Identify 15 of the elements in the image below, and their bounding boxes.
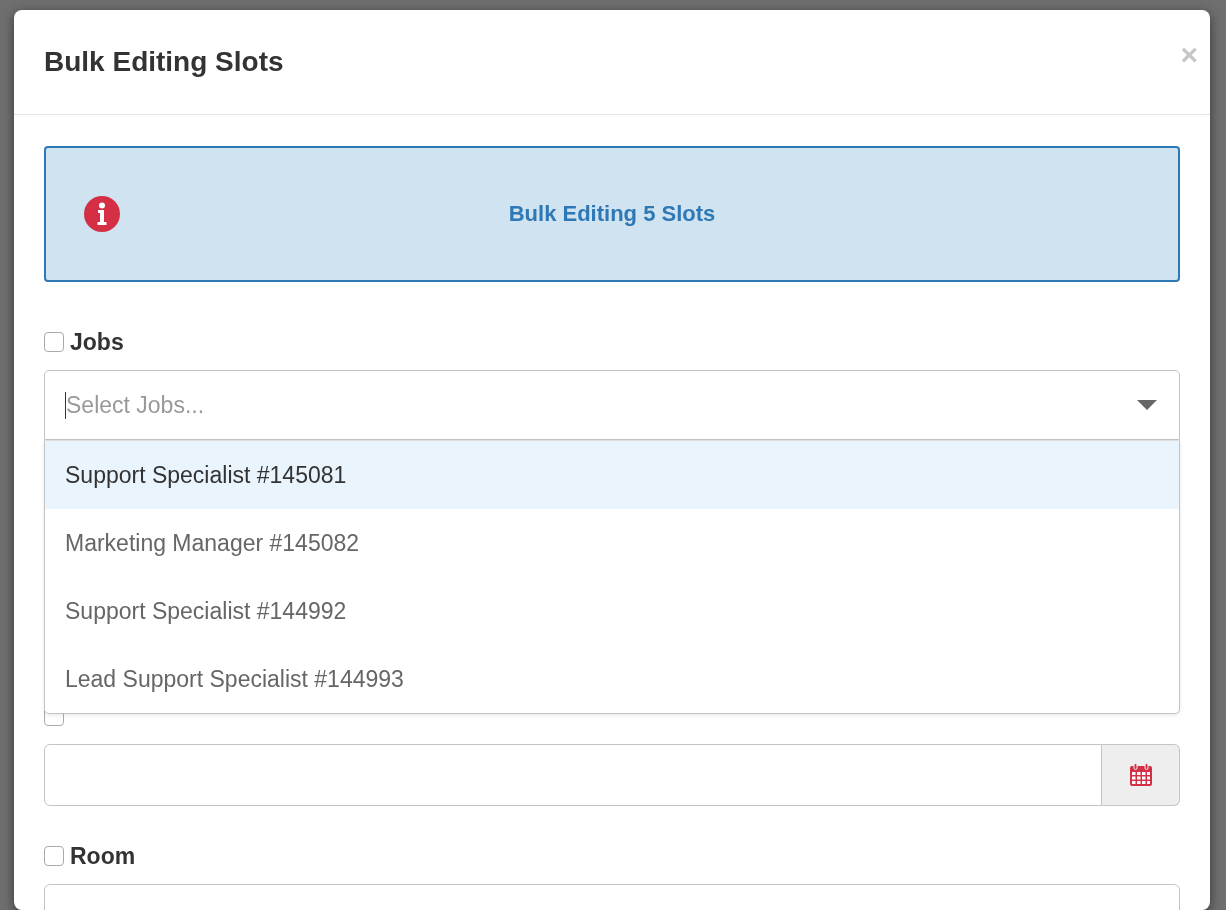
field-label: Room [70, 842, 136, 870]
checkbox[interactable] [44, 332, 64, 352]
field-label: Jobs [70, 328, 124, 356]
date-field[interactable] [44, 744, 1102, 806]
dropdown-option[interactable]: Support Specialist #144992 [45, 577, 1179, 645]
calendar-button[interactable] [1102, 744, 1180, 806]
dropdown-option[interactable]: Marketing Manager #145082 [45, 509, 1179, 577]
calendar-icon [1128, 763, 1153, 787]
alert-message: Bulk Editing 5 Slots [507, 201, 717, 227]
info-icon [84, 196, 120, 232]
dropdown-option[interactable]: Lead Support Specialist #144993 [45, 645, 1179, 713]
checkbox[interactable] [44, 846, 64, 866]
modal-title: Bulk Editing Slots [44, 46, 284, 78]
dropdown-option[interactable]: Support Specialist #145081 [45, 441, 1179, 509]
caret-icon [1137, 400, 1157, 410]
